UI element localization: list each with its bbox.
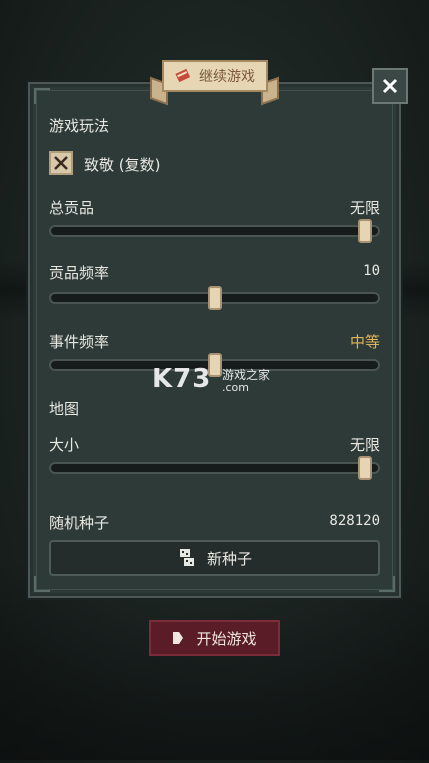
map-size-value: 无限 (349, 436, 380, 454)
slider-thumb[interactable] (357, 219, 372, 243)
event-frequency-label: 事件频率 (49, 333, 110, 351)
watermark-brand: K73 (152, 364, 212, 394)
total-tributes-slider[interactable] (49, 219, 380, 243)
watermark-domain: .com (222, 381, 249, 394)
map-size-slider[interactable] (49, 456, 380, 480)
scroll-icon (175, 68, 191, 83)
close-button[interactable] (372, 68, 408, 104)
tribute-frequency-label: 贡品频率 (49, 264, 110, 282)
watermark: K73 游戏之家 .com (152, 364, 292, 400)
panel-corner-ornament (34, 88, 50, 104)
slider-thumb[interactable] (207, 286, 222, 310)
map-size-label: 大小 (49, 436, 80, 454)
start-game-label: 开始游戏 (196, 629, 257, 648)
panel-corner-ornament (379, 576, 395, 592)
tribute-frequency-slider[interactable] (49, 286, 380, 310)
banner-title: 继续游戏 (199, 69, 255, 85)
total-tributes-label: 总贡品 (49, 199, 95, 217)
tribute-frequency-value: 10 (363, 263, 380, 279)
gameplay-section-title: 游戏玩法 (49, 117, 110, 135)
play-icon (173, 632, 184, 644)
map-section-title: 地图 (49, 400, 80, 418)
total-tributes-value: 无限 (349, 199, 380, 217)
new-seed-button[interactable]: 新种子 (49, 540, 380, 576)
new-seed-label: 新种子 (206, 549, 252, 568)
tribute-option-label[interactable]: 致敬 (复数) (84, 154, 160, 175)
random-seed-label: 随机种子 (49, 514, 110, 532)
close-icon (382, 78, 398, 94)
random-seed-value: 828120 (329, 513, 380, 529)
event-frequency-value: 中等 (349, 333, 380, 351)
panel-corner-ornament (34, 576, 50, 592)
dice-icon (179, 549, 194, 566)
title-banner: 继续游戏 (162, 60, 268, 92)
slider-thumb[interactable] (357, 456, 372, 480)
tribute-checkbox[interactable] (49, 151, 73, 175)
start-game-button[interactable]: 开始游戏 (149, 620, 280, 656)
check-x-icon (54, 156, 68, 170)
